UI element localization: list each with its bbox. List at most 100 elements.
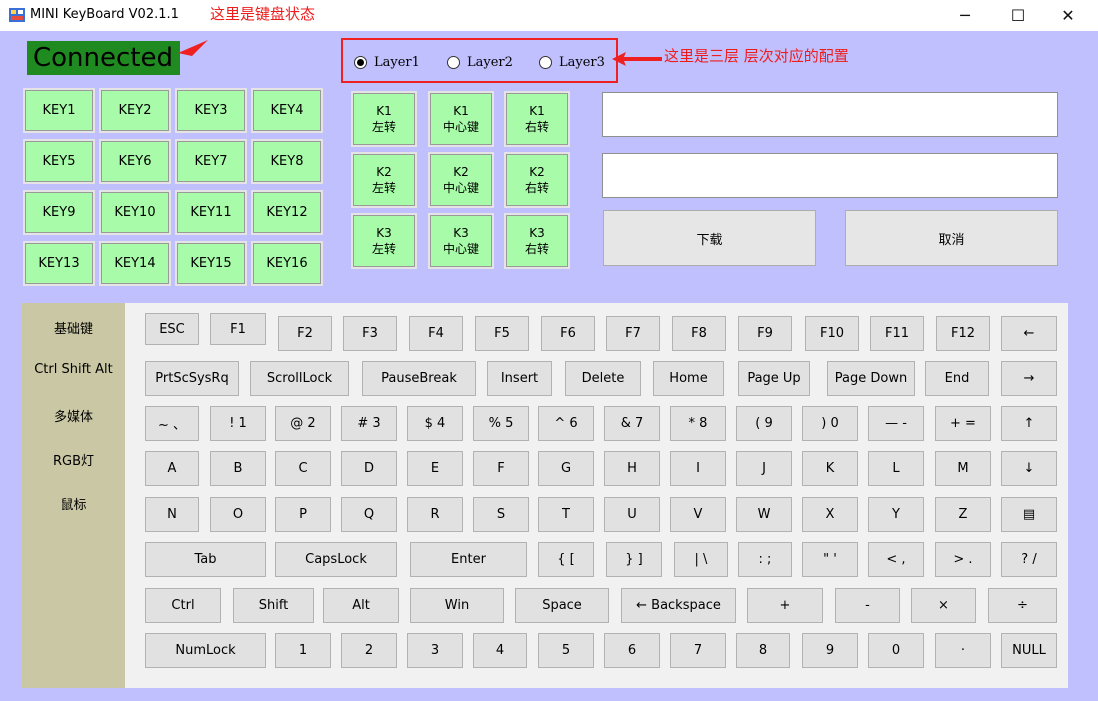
key2-button[interactable]: KEY2 [99, 88, 171, 133]
key-shift[interactable]: Shift [233, 588, 314, 623]
key5-button[interactable]: KEY5 [23, 139, 95, 184]
key-divide[interactable]: ÷ [988, 588, 1057, 623]
key-d[interactable]: D [341, 451, 397, 486]
key-c[interactable]: C [275, 451, 331, 486]
key16-button[interactable]: KEY16 [251, 241, 323, 286]
key-quote[interactable]: " ' [802, 542, 858, 577]
key-esc[interactable]: ESC [145, 313, 199, 345]
key6-button[interactable]: KEY6 [99, 139, 171, 184]
key-i[interactable]: I [670, 451, 726, 486]
key8-button[interactable]: KEY8 [251, 139, 323, 184]
key1-button[interactable]: KEY1 [23, 88, 95, 133]
k3-right-button[interactable]: K3 右转 [504, 213, 570, 269]
k1-left-button[interactable]: K1 左转 [351, 91, 417, 147]
key-multiply[interactable]: × [911, 588, 976, 623]
key-5-percent[interactable]: % 5 [473, 406, 529, 441]
key-semicolon[interactable]: : ; [738, 542, 792, 577]
key-capslock[interactable]: CapsLock [275, 542, 397, 577]
key-t[interactable]: T [538, 497, 594, 532]
key-v[interactable]: V [670, 497, 726, 532]
sidebar-item-basic[interactable]: 基础键 [22, 318, 125, 337]
key-f2[interactable]: F2 [278, 316, 332, 351]
key12-button[interactable]: KEY12 [251, 190, 323, 235]
key-o[interactable]: O [210, 497, 266, 532]
key-arrow-left[interactable]: ← [1001, 316, 1057, 351]
key-plus[interactable]: + [747, 588, 823, 623]
key-k[interactable]: K [802, 451, 858, 486]
key-m[interactable]: M [935, 451, 991, 486]
key-menu-icon[interactable]: ▤ [1001, 497, 1057, 532]
key-num2[interactable]: 2 [341, 633, 397, 668]
key-pausebreak[interactable]: PauseBreak [362, 361, 476, 396]
key-6-caret[interactable]: ^ 6 [538, 406, 594, 441]
key-f8[interactable]: F8 [672, 316, 726, 351]
key10-button[interactable]: KEY10 [99, 190, 171, 235]
key-f7[interactable]: F7 [606, 316, 660, 351]
key-w[interactable]: W [736, 497, 792, 532]
key-9-paren[interactable]: ( 9 [736, 406, 792, 441]
key11-button[interactable]: KEY11 [175, 190, 247, 235]
key-y[interactable]: Y [868, 497, 924, 532]
key-tilde[interactable]: ~ 、 [145, 406, 199, 441]
key-f11[interactable]: F11 [870, 316, 924, 351]
sidebar-item-mouse[interactable]: 鼠标 [22, 494, 125, 513]
key-num7[interactable]: 7 [670, 633, 726, 668]
key-null[interactable]: NULL [1001, 633, 1057, 668]
key-num8[interactable]: 8 [736, 633, 790, 668]
key-r[interactable]: R [407, 497, 463, 532]
k1-center-button[interactable]: K1 中心键 [428, 91, 494, 147]
k2-center-button[interactable]: K2 中心键 [428, 152, 494, 208]
key-j[interactable]: J [736, 451, 792, 486]
key15-button[interactable]: KEY15 [175, 241, 247, 286]
maximize-button[interactable]: ☐ [995, 0, 1041, 31]
key-l[interactable]: L [868, 451, 924, 486]
key-2-at[interactable]: @ 2 [275, 406, 331, 441]
key-f9[interactable]: F9 [738, 316, 792, 351]
key-alt[interactable]: Alt [323, 588, 399, 623]
key-slash[interactable]: ? / [1001, 542, 1057, 577]
key-equals[interactable]: + = [935, 406, 991, 441]
key-home[interactable]: Home [653, 361, 724, 396]
key3-button[interactable]: KEY3 [175, 88, 247, 133]
key-enter[interactable]: Enter [410, 542, 527, 577]
key-g[interactable]: G [538, 451, 594, 486]
key-a[interactable]: A [145, 451, 199, 486]
key-num4[interactable]: 4 [473, 633, 527, 668]
key9-button[interactable]: KEY9 [23, 190, 95, 235]
key14-button[interactable]: KEY14 [99, 241, 171, 286]
key-backspace[interactable]: ← Backspace [621, 588, 736, 623]
k3-center-button[interactable]: K3 中心键 [428, 213, 494, 269]
key-num6[interactable]: 6 [604, 633, 660, 668]
key-ctrl[interactable]: Ctrl [145, 588, 221, 623]
key-s[interactable]: S [473, 497, 529, 532]
key-arrow-right[interactable]: → [1001, 361, 1057, 396]
key-1-excl[interactable]: ! 1 [210, 406, 266, 441]
minimize-button[interactable]: ─ [942, 0, 988, 31]
key-3-hash[interactable]: # 3 [341, 406, 397, 441]
radio-layer2[interactable]: Layer2 [447, 54, 513, 70]
key-arrow-down[interactable]: ↓ [1001, 451, 1057, 486]
key-0-paren[interactable]: ) 0 [802, 406, 858, 441]
key-4-dollar[interactable]: $ 4 [407, 406, 463, 441]
key-tab[interactable]: Tab [145, 542, 266, 577]
key-arrow-up[interactable]: ↑ [1001, 406, 1057, 441]
sidebar-item-media[interactable]: 多媒体 [22, 406, 125, 425]
key-e[interactable]: E [407, 451, 463, 486]
key-7-amp[interactable]: & 7 [604, 406, 660, 441]
key-f10[interactable]: F10 [805, 316, 859, 351]
radio-layer1[interactable]: Layer1 [354, 54, 420, 70]
key-f[interactable]: F [473, 451, 529, 486]
key-z[interactable]: Z [935, 497, 991, 532]
key7-button[interactable]: KEY7 [175, 139, 247, 184]
key-b[interactable]: B [210, 451, 266, 486]
key-num0[interactable]: 0 [868, 633, 924, 668]
radio-layer3[interactable]: Layer3 [539, 54, 605, 70]
key4-button[interactable]: KEY4 [251, 88, 323, 133]
key-backslash[interactable]: | \ [674, 542, 728, 577]
k2-right-button[interactable]: K2 右转 [504, 152, 570, 208]
key-prtsc[interactable]: PrtScSysRq [145, 361, 239, 396]
k2-left-button[interactable]: K2 左转 [351, 152, 417, 208]
key-n[interactable]: N [145, 497, 199, 532]
sidebar-item-modifiers[interactable]: Ctrl Shift Alt [22, 362, 125, 377]
config-field-2[interactable] [602, 153, 1058, 198]
